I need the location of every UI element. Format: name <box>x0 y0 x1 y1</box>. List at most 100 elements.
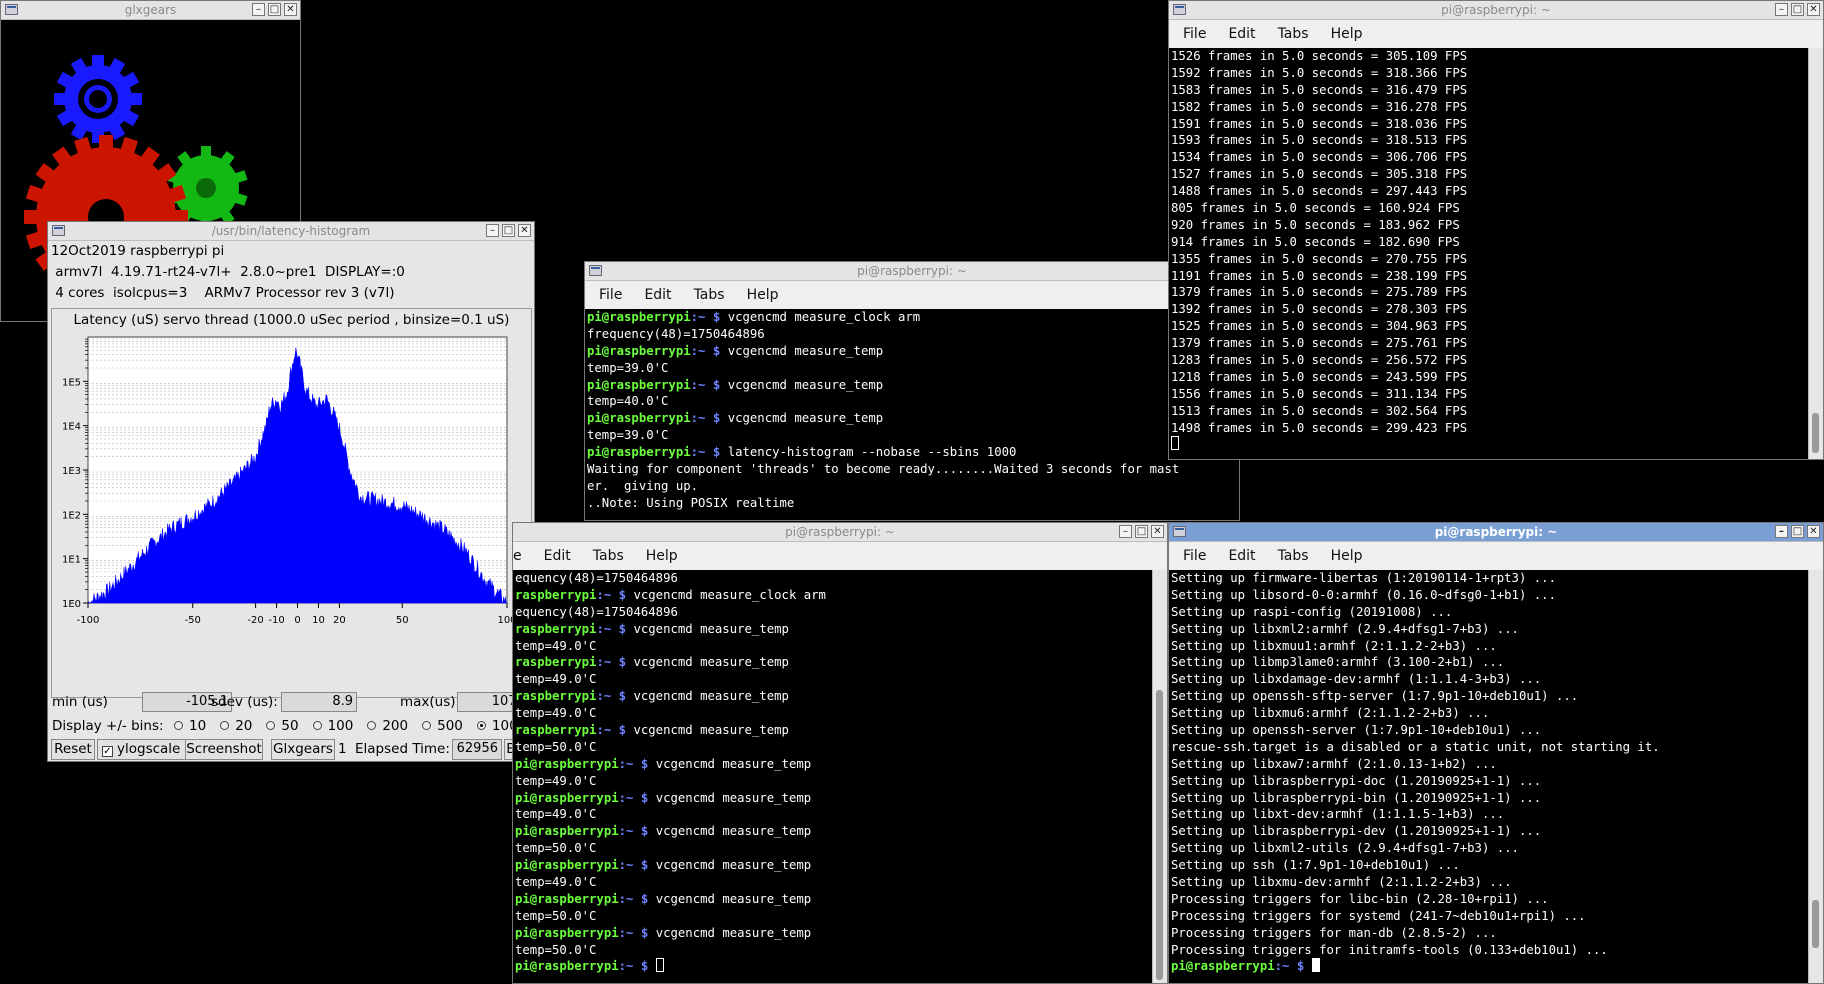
menu-help[interactable]: Help <box>646 548 678 564</box>
menu-file[interactable]: File <box>1183 548 1206 564</box>
output-text: Processing triggers for libc-bin (2.28-1… <box>1171 891 1549 906</box>
window-menu-icon[interactable] <box>52 225 65 236</box>
terminal-output[interactable]: Setting up firmware-libertas (1:20190114… <box>1169 570 1807 983</box>
menu-tabs[interactable]: Tabs <box>1278 548 1309 564</box>
terminal-output[interactable]: pi@raspberrypi:~ $ vcgencmd measure_cloc… <box>585 309 1239 520</box>
menu-edit[interactable]: Edit <box>544 548 571 564</box>
screenshot-button[interactable]: Screenshot <box>185 739 263 760</box>
terminal-output[interactable]: equency(48)=1750464896 raspberrypi:~ $ vc… <box>513 570 1151 983</box>
sdev-value: 8.9 <box>281 692 357 712</box>
menu-tabs[interactable]: Tabs <box>694 287 725 303</box>
menu-help[interactable]: Help <box>1331 548 1363 564</box>
close-icon[interactable]: ✕ <box>284 3 297 16</box>
minimize-icon[interactable]: – <box>252 3 265 16</box>
output-line: Setting up libmp3lame0:armhf (3.100-2+b1… <box>1171 654 1807 671</box>
menu-file[interactable]: File <box>1183 26 1206 42</box>
radio-icon[interactable] <box>422 721 432 730</box>
bins-option-200[interactable]: 200 <box>367 718 408 734</box>
minimize-icon[interactable]: – <box>1775 525 1788 538</box>
maximize-icon[interactable]: □ <box>502 224 515 237</box>
bins-option-10[interactable]: 10 <box>174 718 206 734</box>
glxgears-titlebar[interactable]: glxgears – □ ✕ <box>1 1 300 20</box>
window-menu-icon[interactable] <box>1173 526 1186 537</box>
cursor-icon <box>655 958 664 973</box>
bins-option-20[interactable]: 20 <box>220 718 252 734</box>
output-text: Setting up libxt-dev:armhf (1:1.1.5-1+b3… <box>1171 807 1505 822</box>
output-line: 1218 frames in 5.0 seconds = 243.599 FPS <box>1171 369 1807 386</box>
close-icon[interactable]: ✕ <box>1151 525 1164 538</box>
radio-icon[interactable] <box>476 721 486 730</box>
output-text: temp=49.0'C <box>515 807 597 822</box>
radio-icon[interactable] <box>266 721 276 730</box>
window-menu-icon[interactable] <box>1173 4 1186 15</box>
close-icon[interactable]: ✕ <box>518 224 531 237</box>
terminal-titlebar[interactable]: pi@raspberrypi: ~ – □ ✕ <box>1169 1 1823 20</box>
min-label: min (us) <box>52 694 108 710</box>
radio-icon[interactable] <box>312 721 322 730</box>
output-line: ..Note: Using POSIX realtime <box>587 495 1239 512</box>
scrollbar-thumb[interactable] <box>1156 690 1163 980</box>
prompt-path: :~ $ <box>618 824 656 839</box>
terminal-titlebar[interactable]: pi@raspberrypi: ~ – □ ✕ <box>1169 523 1823 542</box>
minimize-icon[interactable]: – <box>1775 3 1788 16</box>
minimize-icon[interactable]: – <box>1119 525 1132 538</box>
output-line: Setting up libraspberrypi-dev (1.2019092… <box>1171 823 1807 840</box>
window-menu-icon[interactable] <box>5 4 18 15</box>
scrollbar-thumb[interactable] <box>1812 413 1819 453</box>
menu-file[interactable]: File <box>599 287 622 303</box>
checkbox-icon[interactable]: ✓ <box>102 746 113 757</box>
output-text: 1556 frames in 5.0 seconds = 311.134 FPS <box>1171 386 1468 401</box>
terminal-menubar: File Edit Tabs Help <box>585 281 1239 309</box>
reset-button[interactable]: Reset <box>51 739 95 760</box>
scrollbar[interactable] <box>1808 570 1823 983</box>
menu-edit[interactable]: Edit <box>1228 26 1255 42</box>
menu-help[interactable]: Help <box>747 287 779 303</box>
prompt-path: :~ $ <box>690 411 728 426</box>
maximize-icon[interactable]: □ <box>1135 525 1148 538</box>
radio-icon[interactable] <box>367 721 377 730</box>
menu-help[interactable]: Help <box>1331 26 1363 42</box>
output-text: Setting up libxdamage-dev:armhf (1:1.1.4… <box>1171 672 1542 687</box>
prompt-user: raspberrypi <box>515 689 597 704</box>
command-text: vcgencmd measure_temp <box>633 655 789 670</box>
maximize-icon[interactable]: □ <box>1791 3 1804 16</box>
glxgears-button[interactable]: Glxgears <box>271 739 335 760</box>
output-text: equency(48)=1750464896 <box>515 604 678 619</box>
minimize-icon[interactable]: – <box>486 224 499 237</box>
scrollbar[interactable] <box>1152 570 1167 983</box>
command-text: vcgencmd measure_temp <box>655 790 812 805</box>
bins-option-100[interactable]: 100 <box>312 718 354 734</box>
output-text: Setting up libxml2:armhf (2.9.4+dfsg1-7+… <box>1171 621 1519 636</box>
latency-titlebar[interactable]: /usr/bin/latency-histogram – □ ✕ <box>48 222 534 241</box>
menu-tabs[interactable]: Tabs <box>593 548 624 564</box>
terminal-output[interactable]: 1526 frames in 5.0 seconds = 305.109 FPS… <box>1169 48 1807 459</box>
menu-edit[interactable]: Edit <box>644 287 671 303</box>
maximize-icon[interactable]: □ <box>1791 525 1804 538</box>
terminal-bottom-center-window: pi@raspberrypi: ~ – □ ✕ e Edit Tabs Help… <box>512 522 1168 984</box>
radio-icon[interactable] <box>174 721 183 730</box>
bins-option-500[interactable]: 500 <box>422 718 463 734</box>
scrollbar[interactable] <box>1808 48 1823 459</box>
prompt-line: raspberrypi:~ $ vcgencmd measure_temp <box>515 722 1151 739</box>
scrollbar-thumb[interactable] <box>1812 900 1819 948</box>
radio-icon[interactable] <box>220 721 230 730</box>
close-icon[interactable]: ✕ <box>1807 3 1820 16</box>
terminal-titlebar[interactable]: pi@raspberrypi: ~ <box>585 262 1239 281</box>
bins-option-label: 100 <box>327 718 354 734</box>
output-line: equency(48)=1750464896 <box>515 570 1151 587</box>
window-title: pi@raspberrypi: ~ <box>1441 3 1551 17</box>
menu-file[interactable]: e <box>513 548 522 564</box>
menu-edit[interactable]: Edit <box>1228 548 1255 564</box>
command-text: vcgencmd measure_temp <box>633 689 789 704</box>
prompt-line: pi@raspberrypi:~ $ vcgencmd measure_temp <box>515 925 1151 942</box>
terminal-center-window: pi@raspberrypi: ~ File Edit Tabs Help pi… <box>584 261 1240 521</box>
terminal-titlebar[interactable]: pi@raspberrypi: ~ – □ ✕ <box>513 523 1167 542</box>
window-menu-icon[interactable] <box>589 265 602 276</box>
output-line: Processing triggers for libc-bin (2.28-1… <box>1171 891 1807 908</box>
prompt-line: pi@raspberrypi:~ $ <box>1171 958 1807 975</box>
output-line: temp=50.0'C <box>515 908 1151 925</box>
maximize-icon[interactable]: □ <box>268 3 281 16</box>
bins-option-50[interactable]: 50 <box>266 718 299 734</box>
close-icon[interactable]: ✕ <box>1807 525 1820 538</box>
menu-tabs[interactable]: Tabs <box>1278 26 1309 42</box>
